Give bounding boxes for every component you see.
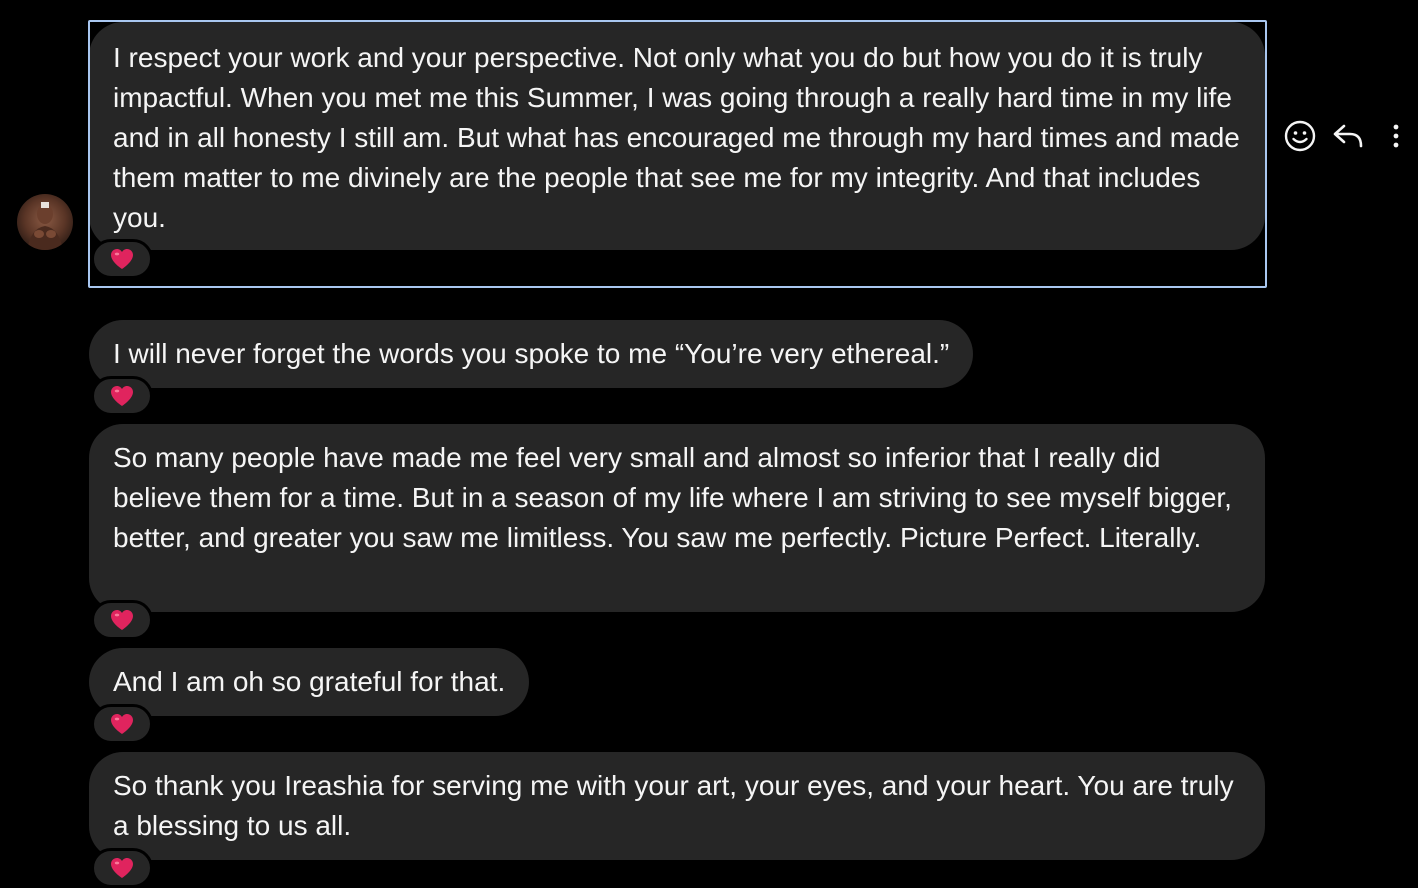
- message-1[interactable]: I respect your work and your perspective…: [89, 22, 1265, 279]
- message-3[interactable]: So many people have made me feel very sm…: [89, 424, 1265, 640]
- message-text: I will never forget the words you spoke …: [113, 338, 950, 369]
- message-4[interactable]: And I am oh so grateful for that.: [89, 648, 530, 744]
- react-button[interactable]: [1280, 116, 1320, 156]
- heart-reaction-badge[interactable]: [91, 376, 153, 416]
- avatar-image: [17, 194, 73, 250]
- more-vertical-icon: [1393, 124, 1399, 148]
- heart-reaction-badge[interactable]: [91, 704, 153, 744]
- more-options-button[interactable]: [1376, 116, 1416, 156]
- message-5[interactable]: So thank you Ireashia for serving me wit…: [89, 752, 1265, 888]
- message-bubble[interactable]: I will never forget the words you spoke …: [89, 320, 974, 388]
- message-bubble[interactable]: So thank you Ireashia for serving me wit…: [89, 752, 1265, 860]
- heart-reaction-badge[interactable]: [91, 848, 153, 888]
- message-2[interactable]: I will never forget the words you spoke …: [89, 320, 974, 416]
- message-text: I respect your work and your perspective…: [113, 42, 1240, 233]
- smiley-react-icon: [1284, 120, 1316, 152]
- message-text: So thank you Ireashia for serving me wit…: [113, 770, 1234, 841]
- sender-avatar[interactable]: [17, 194, 73, 250]
- reply-button[interactable]: [1328, 116, 1368, 156]
- red-heart-icon: [111, 858, 133, 878]
- heart-reaction-badge[interactable]: [91, 239, 153, 279]
- message-actions: [1280, 116, 1416, 156]
- message-bubble[interactable]: So many people have made me feel very sm…: [89, 424, 1265, 612]
- message-bubble[interactable]: I respect your work and your perspective…: [89, 22, 1265, 250]
- heart-reaction-badge[interactable]: [91, 600, 153, 640]
- message-text: So many people have made me feel very sm…: [113, 442, 1232, 553]
- red-heart-icon: [111, 610, 133, 630]
- message-text: And I am oh so grateful for that.: [113, 666, 506, 697]
- red-heart-icon: [111, 714, 133, 734]
- message-bubble[interactable]: And I am oh so grateful for that.: [89, 648, 530, 716]
- red-heart-icon: [111, 386, 133, 406]
- reply-arrow-icon: [1333, 124, 1363, 148]
- red-heart-icon: [111, 249, 133, 269]
